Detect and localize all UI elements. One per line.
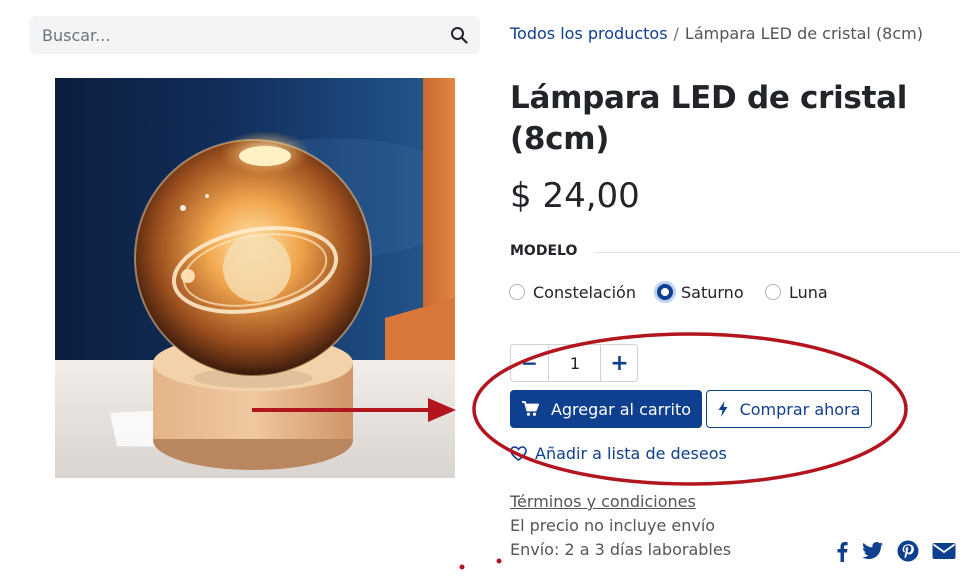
product-image[interactable] (55, 78, 455, 478)
wishlist-label: Añadir a lista de deseos (535, 444, 727, 463)
buy-now-button[interactable]: Comprar ahora (706, 390, 872, 428)
search-icon[interactable] (450, 26, 468, 44)
buy-now-label: Comprar ahora (739, 399, 861, 419)
delivery-time-note: Envío: 2 a 3 días laborables (510, 540, 732, 559)
breadcrumb-current: Lámpara LED de cristal (8cm) (684, 24, 923, 43)
radio-luna[interactable] (765, 284, 781, 300)
add-to-wishlist-link[interactable]: Añadir a lista de deseos (510, 444, 727, 463)
quantity-decrease-button[interactable]: − (511, 345, 549, 381)
shipping-note: El precio no incluye envío (510, 516, 716, 535)
pinterest-icon[interactable] (897, 540, 919, 562)
option-constelacion[interactable]: Constelación (509, 282, 636, 302)
product-price: $ 24,00 (510, 176, 640, 216)
attribute-divider (594, 252, 960, 253)
facebook-icon[interactable] (831, 540, 853, 562)
breadcrumb: Todos los productos / Lámpara LED de crist… (510, 24, 923, 43)
attribute-label: MODELO (510, 243, 578, 259)
annotation-dot (459, 564, 465, 570)
breadcrumb-separator: / (673, 24, 679, 43)
add-to-cart-label: Agregar al carrito (550, 399, 692, 419)
cart-icon (521, 401, 539, 416)
option-saturno[interactable]: Saturno (657, 282, 744, 302)
option-luna-label: Luna (789, 282, 828, 302)
email-icon[interactable] (932, 540, 956, 562)
annotation-dot (496, 558, 502, 564)
option-saturno-label: Saturno (681, 282, 744, 302)
search-bar (30, 16, 480, 54)
add-to-cart-button[interactable]: Agregar al carrito (510, 390, 702, 428)
terms-link[interactable]: Términos y condiciones (510, 492, 696, 511)
twitter-icon[interactable] (862, 540, 884, 562)
option-luna[interactable]: Luna (765, 282, 828, 302)
heart-icon (510, 446, 527, 461)
quantity-stepper: − 1 + (510, 344, 638, 382)
radio-constelacion[interactable] (509, 284, 525, 300)
search-input[interactable] (30, 16, 440, 54)
product-title: Lámpara LED de cristal (8cm) (510, 80, 908, 157)
bolt-icon (718, 401, 728, 417)
breadcrumb-link-all-products[interactable]: Todos los productos (510, 24, 668, 43)
option-constelacion-label: Constelación (533, 282, 636, 302)
radio-saturno[interactable] (657, 284, 673, 300)
quantity-input[interactable]: 1 (550, 345, 600, 381)
quantity-increase-button[interactable]: + (600, 345, 638, 381)
